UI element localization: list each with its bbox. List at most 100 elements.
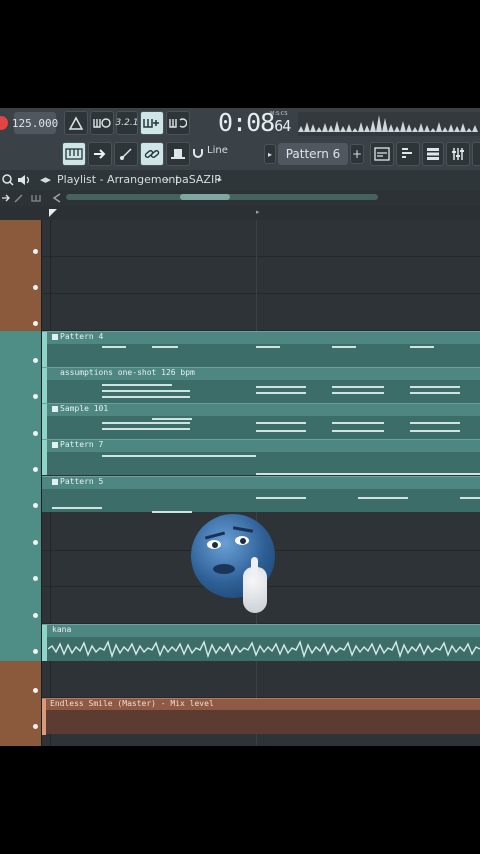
output-waveform — [298, 112, 480, 136]
mixer-icon — [452, 148, 464, 160]
slide-tool-button[interactable] — [114, 142, 138, 166]
clip-edge[interactable] — [42, 332, 47, 367]
track-lane[interactable] — [42, 294, 480, 331]
emoji-finger — [251, 557, 258, 577]
emoji-eye-left — [207, 540, 221, 549]
clip-header — [42, 625, 480, 637]
breadcrumb-arrow: ▸ — [218, 175, 223, 184]
clip-label: Pattern 4 — [60, 332, 104, 341]
speaker-icon[interactable] — [17, 174, 31, 186]
metronome-button[interactable] — [64, 111, 88, 135]
clip-note — [102, 346, 126, 348]
clip-header — [42, 440, 480, 452]
more-button[interactable] — [472, 142, 480, 166]
track-lane[interactable] — [42, 661, 480, 698]
track-header-group-3[interactable] — [0, 661, 42, 746]
track-mute-led[interactable] — [33, 613, 38, 618]
mixer-button[interactable] — [446, 142, 470, 166]
emoji-mouth — [213, 564, 235, 574]
clip-edge[interactable] — [42, 368, 47, 403]
timeline-ruler[interactable]: ▸ — [0, 206, 480, 221]
clip-header — [42, 477, 480, 489]
track-lane[interactable] — [42, 220, 480, 257]
pattern-selector[interactable]: Pattern 6 — [278, 143, 348, 165]
audio-waveform — [48, 640, 480, 659]
track-lane[interactable] — [42, 257, 480, 294]
hat-icon — [171, 149, 185, 159]
clip-note — [152, 418, 192, 420]
track-mute-led[interactable] — [33, 688, 38, 693]
add-pattern-button[interactable]: + — [350, 144, 364, 164]
typing-keyboard-icon — [65, 148, 83, 160]
playlist-tracks[interactable]: Pattern 4 assumptions one-shot 126 bpm S… — [0, 220, 480, 746]
pattern-clip[interactable]: Sample 101 — [42, 403, 480, 439]
playlist-icon — [374, 147, 390, 161]
track-header-group-1[interactable] — [0, 220, 42, 331]
top-black-area — [0, 0, 480, 108]
typing-keyboard-button[interactable] — [62, 142, 86, 166]
track-mute-led[interactable] — [33, 249, 38, 254]
track-mute-led[interactable] — [33, 649, 38, 654]
track-mute-led[interactable] — [33, 576, 38, 581]
track-mute-led[interactable] — [33, 540, 38, 545]
track-mute-led[interactable] — [33, 431, 38, 436]
scroll-left-icon[interactable] — [52, 193, 62, 203]
track-mute-led[interactable] — [33, 503, 38, 508]
clip-note — [332, 346, 356, 348]
countdown-button[interactable]: 3.2.1 — [116, 111, 138, 135]
pattern-clip[interactable]: Pattern 7 — [42, 439, 480, 475]
pattern-clip[interactable]: assumptions one-shot 126 bpm — [42, 367, 480, 403]
loop-record-button[interactable] — [166, 111, 190, 135]
tempo-display[interactable]: 125.000 — [12, 112, 58, 134]
track-header-group-2[interactable] — [0, 331, 42, 661]
snap-selector[interactable]: Line — [207, 145, 228, 156]
project-name[interactable]: paSAZIP — [175, 173, 221, 186]
playlist-title-bar: ◂▸ Playlist - Arrangement › paSAZIP ▸ — [0, 170, 480, 190]
track-mute-led[interactable] — [33, 358, 38, 363]
record-button[interactable] — [0, 116, 8, 130]
bottom-black-area — [0, 746, 480, 854]
pattern-clip[interactable]: Pattern 5 — [42, 476, 480, 513]
step-edit-button[interactable] — [88, 142, 112, 166]
arrow-icon[interactable] — [1, 193, 11, 203]
time-format-label: M:S:CS — [270, 111, 288, 117]
clip-edge[interactable] — [42, 404, 47, 439]
track-mute-led[interactable] — [33, 285, 38, 290]
pattern-clip[interactable]: Pattern 4 — [42, 331, 480, 367]
clip-edge[interactable] — [42, 699, 46, 735]
clip-note — [410, 346, 434, 348]
channel-rack-button[interactable] — [422, 142, 444, 166]
playhead-marker[interactable] — [48, 208, 58, 218]
track-mute-led[interactable] — [33, 724, 38, 729]
pencil-icon[interactable] — [14, 193, 24, 203]
track-mute-led[interactable] — [33, 321, 38, 326]
menu-arrow[interactable]: ◂▸ — [40, 173, 51, 186]
horizontal-overview-scrollbar[interactable] — [0, 190, 480, 206]
automation-clip[interactable]: Endless Smile (Master) - Mix level — [42, 698, 480, 735]
track-mute-led[interactable] — [33, 467, 38, 472]
audio-clip[interactable]: kana — [42, 624, 480, 661]
magic-hat-button[interactable] — [166, 142, 190, 166]
time-main: 0:08 — [218, 108, 275, 137]
link-button[interactable] — [140, 142, 164, 166]
track-mute-led[interactable] — [33, 394, 38, 399]
wait-input-button[interactable] — [90, 111, 114, 135]
playlist-window-button[interactable] — [370, 142, 394, 166]
pattern-prev-button[interactable]: ▸ — [264, 144, 276, 164]
magnet-icon[interactable] — [193, 148, 203, 158]
search-icon[interactable] — [2, 174, 14, 186]
clip-note — [410, 422, 460, 424]
piano-roll-button[interactable] — [396, 142, 420, 166]
clip-edge[interactable] — [42, 625, 47, 661]
emoji-hand — [243, 557, 267, 613]
blend-notes-button[interactable] — [140, 111, 164, 135]
clip-note — [332, 386, 384, 388]
brush-icon[interactable] — [31, 193, 41, 203]
clip-note — [410, 430, 460, 432]
breadcrumb-separator: › — [165, 173, 170, 186]
clip-note — [256, 497, 306, 499]
step-icon — [94, 149, 106, 159]
wait-icon — [93, 118, 111, 128]
clip-edge[interactable] — [42, 440, 47, 475]
clip-note — [102, 384, 172, 386]
